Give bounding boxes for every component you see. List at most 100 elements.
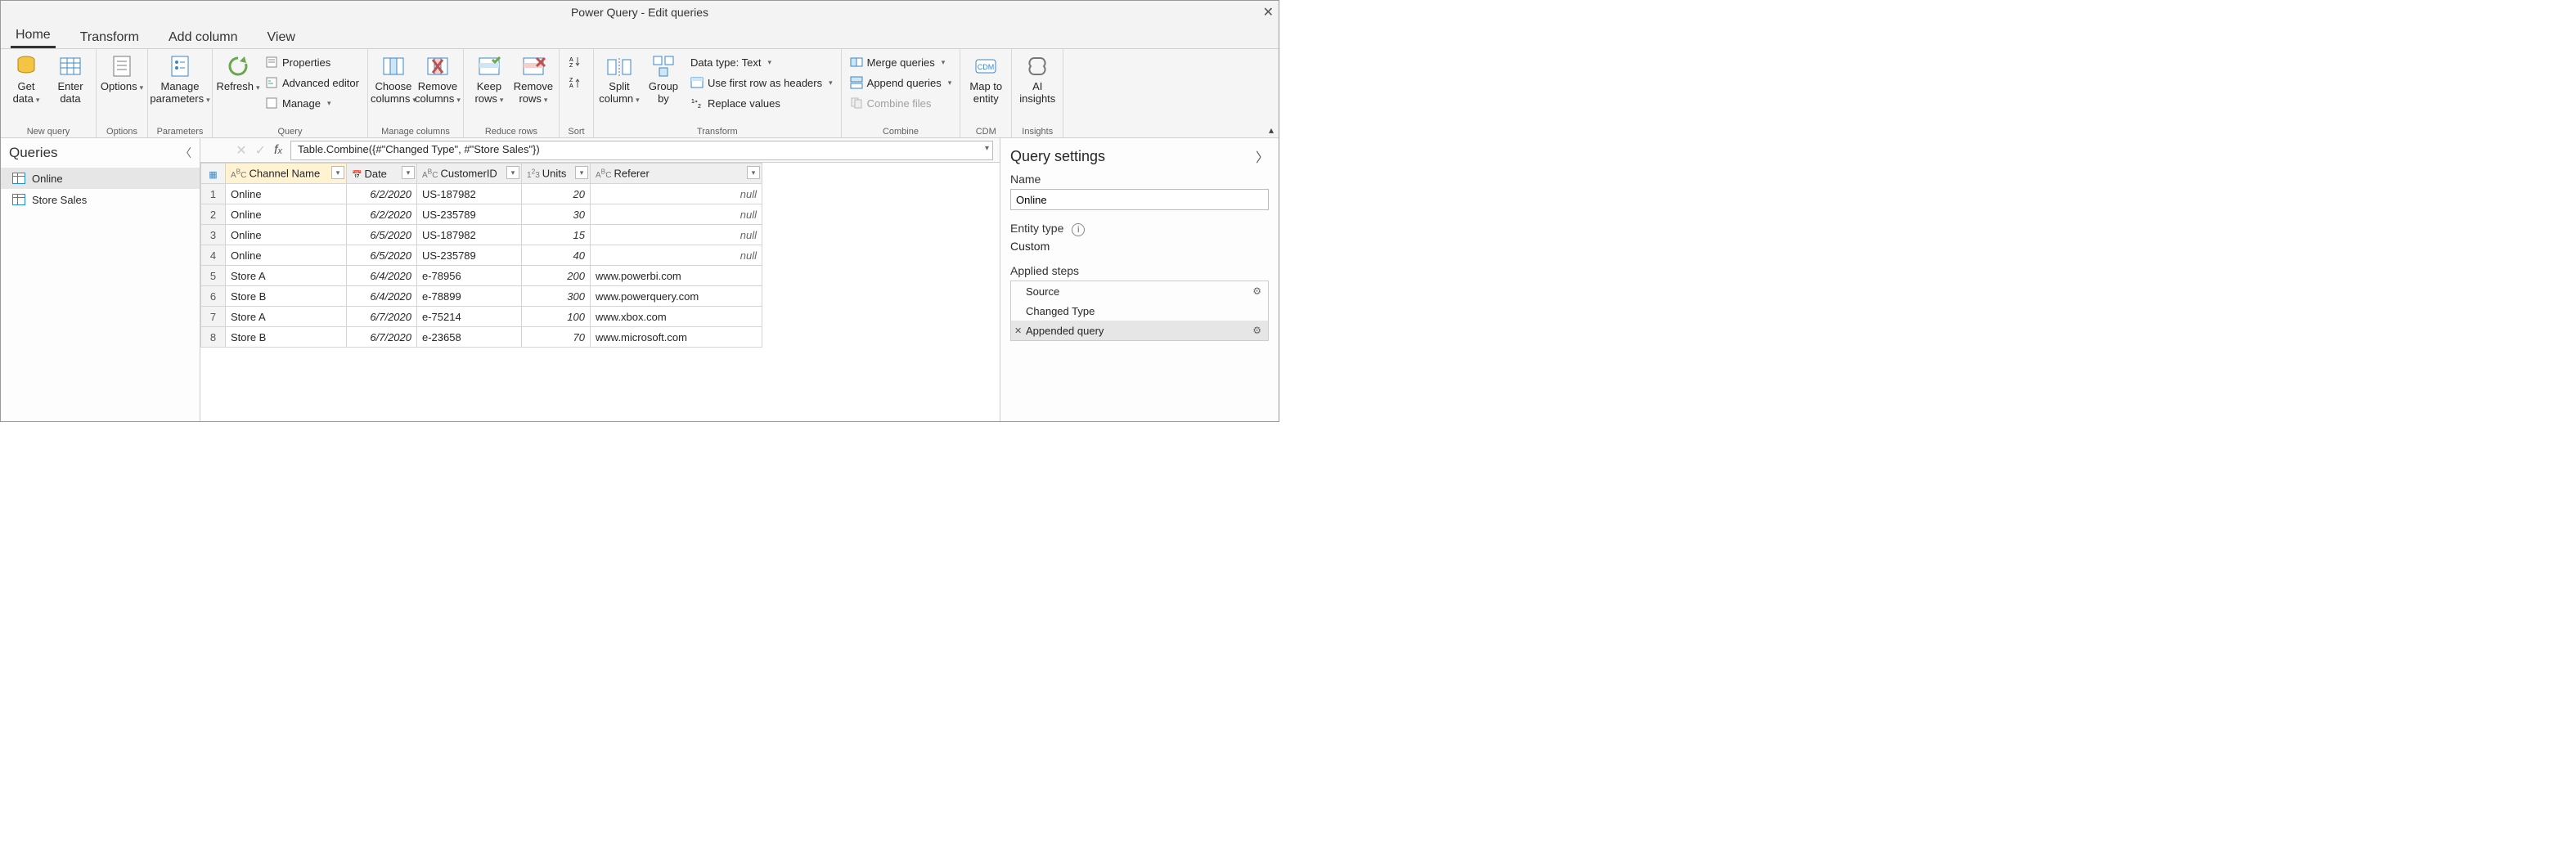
column-header-date[interactable]: 📅Date▾ xyxy=(347,164,417,184)
cell[interactable]: US-235789 xyxy=(417,204,522,225)
query-item-store-sales[interactable]: Store Sales xyxy=(1,189,200,210)
cell[interactable]: Online xyxy=(226,184,347,204)
gear-icon[interactable]: ⚙ xyxy=(1252,325,1261,336)
column-header-referer[interactable]: ABCReferer▾ xyxy=(591,164,762,184)
ribbon-collapse-button[interactable]: ▴ xyxy=(1269,124,1274,136)
data-type-button[interactable]: Data type: Text▾ xyxy=(687,53,836,71)
filter-icon[interactable]: ▾ xyxy=(402,166,415,179)
cell[interactable]: 20 xyxy=(522,184,591,204)
cell[interactable]: e-75214 xyxy=(417,307,522,327)
refresh-button[interactable]: Refresh▾ xyxy=(218,52,258,122)
settings-expand-icon[interactable]: 〉 xyxy=(1256,146,1269,166)
split-column-button[interactable]: Splitcolumn▾ xyxy=(599,52,640,122)
options-button[interactable]: Options▾ xyxy=(101,52,142,122)
cell[interactable]: e-78899 xyxy=(417,286,522,307)
cell[interactable]: 15 xyxy=(522,225,591,245)
cell[interactable]: Store A xyxy=(226,307,347,327)
cell[interactable]: 300 xyxy=(522,286,591,307)
cell[interactable]: 6/5/2020 xyxy=(347,225,417,245)
cell[interactable]: 6/7/2020 xyxy=(347,307,417,327)
cell[interactable]: 100 xyxy=(522,307,591,327)
column-header-customerid[interactable]: ABCCustomerID▾ xyxy=(417,164,522,184)
row-number[interactable]: 8 xyxy=(201,327,226,348)
advanced-editor-button[interactable]: Advanced editor xyxy=(262,74,362,92)
cell[interactable]: 6/4/2020 xyxy=(347,266,417,286)
formula-input[interactable]: Table.Combine({#"Changed Type", #"Store … xyxy=(290,141,993,160)
cell[interactable]: 6/2/2020 xyxy=(347,184,417,204)
commit-formula-icon[interactable]: ✓ xyxy=(255,142,266,159)
cell[interactable]: 40 xyxy=(522,245,591,266)
filter-icon[interactable]: ▾ xyxy=(331,166,344,179)
step-changed-type[interactable]: Changed Type xyxy=(1011,301,1268,321)
remove-rows-button[interactable]: Removerows▾ xyxy=(513,52,554,122)
cell[interactable]: null xyxy=(591,184,762,204)
filter-icon[interactable]: ▾ xyxy=(575,166,588,179)
cell[interactable]: null xyxy=(591,245,762,266)
row-number[interactable]: 3 xyxy=(201,225,226,245)
tab-view[interactable]: View xyxy=(263,30,300,48)
cell[interactable]: Online xyxy=(226,225,347,245)
row-number[interactable]: 1 xyxy=(201,184,226,204)
query-item-online[interactable]: Online xyxy=(1,168,200,189)
keep-rows-button[interactable]: Keeprows▾ xyxy=(469,52,510,122)
queries-collapse-icon[interactable]: 〈 xyxy=(180,145,191,161)
row-number[interactable]: 6 xyxy=(201,286,226,307)
cell[interactable]: Store B xyxy=(226,327,347,348)
sort-asc-button[interactable]: AZ xyxy=(564,53,588,71)
cell[interactable]: 70 xyxy=(522,327,591,348)
ai-insights-button[interactable]: AIinsights xyxy=(1017,52,1058,122)
map-to-entity-button[interactable]: CDMMap toentity xyxy=(965,52,1006,122)
cell[interactable]: 6/4/2020 xyxy=(347,286,417,307)
remove-columns-button[interactable]: Removecolumns▾ xyxy=(417,52,458,122)
cell[interactable]: www.microsoft.com xyxy=(591,327,762,348)
tab-add-column[interactable]: Add column xyxy=(164,30,243,48)
group-by-button[interactable]: Groupby xyxy=(643,52,684,122)
manage-parameters-button[interactable]: Manageparameters▾ xyxy=(153,52,207,122)
manage-button[interactable]: Manage▾ xyxy=(262,94,362,112)
cell[interactable]: www.powerbi.com xyxy=(591,266,762,286)
filter-icon[interactable]: ▾ xyxy=(747,166,760,179)
row-number[interactable]: 5 xyxy=(201,266,226,286)
cell[interactable]: e-78956 xyxy=(417,266,522,286)
sort-desc-button[interactable]: ZA xyxy=(564,74,588,92)
cell[interactable]: 30 xyxy=(522,204,591,225)
cell[interactable]: www.xbox.com xyxy=(591,307,762,327)
first-row-headers-button[interactable]: Use first row as headers▾ xyxy=(687,74,836,92)
column-header-units[interactable]: 123Units▾ xyxy=(522,164,591,184)
properties-button[interactable]: Properties xyxy=(262,53,362,71)
cell[interactable]: 6/2/2020 xyxy=(347,204,417,225)
choose-columns-button[interactable]: Choosecolumns▾ xyxy=(373,52,414,122)
gear-icon[interactable]: ⚙ xyxy=(1252,285,1261,297)
cell[interactable]: Online xyxy=(226,245,347,266)
row-number[interactable]: 4 xyxy=(201,245,226,266)
get-data-button[interactable]: Getdata▾ xyxy=(6,52,47,122)
merge-queries-button[interactable]: Merge queries▾ xyxy=(847,53,955,71)
cell[interactable]: null xyxy=(591,204,762,225)
remove-step-icon[interactable]: ✕ xyxy=(1014,325,1022,336)
replace-values-button[interactable]: 12Replace values xyxy=(687,94,836,112)
row-number[interactable]: 7 xyxy=(201,307,226,327)
info-icon[interactable]: i xyxy=(1072,223,1085,236)
step-source[interactable]: Source⚙ xyxy=(1011,281,1268,301)
enter-data-button[interactable]: Enterdata xyxy=(50,52,91,122)
cell[interactable]: US-187982 xyxy=(417,225,522,245)
cell[interactable]: Store B xyxy=(226,286,347,307)
cell[interactable]: Online xyxy=(226,204,347,225)
query-name-input[interactable] xyxy=(1010,189,1269,210)
cell[interactable]: 200 xyxy=(522,266,591,286)
tab-home[interactable]: Home xyxy=(11,28,56,48)
cell[interactable]: www.powerquery.com xyxy=(591,286,762,307)
cell[interactable]: US-235789 xyxy=(417,245,522,266)
grid-corner[interactable]: ▦ xyxy=(201,164,226,184)
fx-icon[interactable]: fx xyxy=(274,143,282,158)
row-number[interactable]: 2 xyxy=(201,204,226,225)
tab-transform[interactable]: Transform xyxy=(75,30,144,48)
cell[interactable]: 6/7/2020 xyxy=(347,327,417,348)
column-header-channel-name[interactable]: ABCChannel Name▾ xyxy=(226,164,347,184)
cell[interactable]: null xyxy=(591,225,762,245)
cell[interactable]: 6/5/2020 xyxy=(347,245,417,266)
cell[interactable]: e-23658 xyxy=(417,327,522,348)
formula-dropdown-icon[interactable]: ▾ xyxy=(985,144,989,153)
cell[interactable]: US-187982 xyxy=(417,184,522,204)
append-queries-button[interactable]: Append queries▾ xyxy=(847,74,955,92)
